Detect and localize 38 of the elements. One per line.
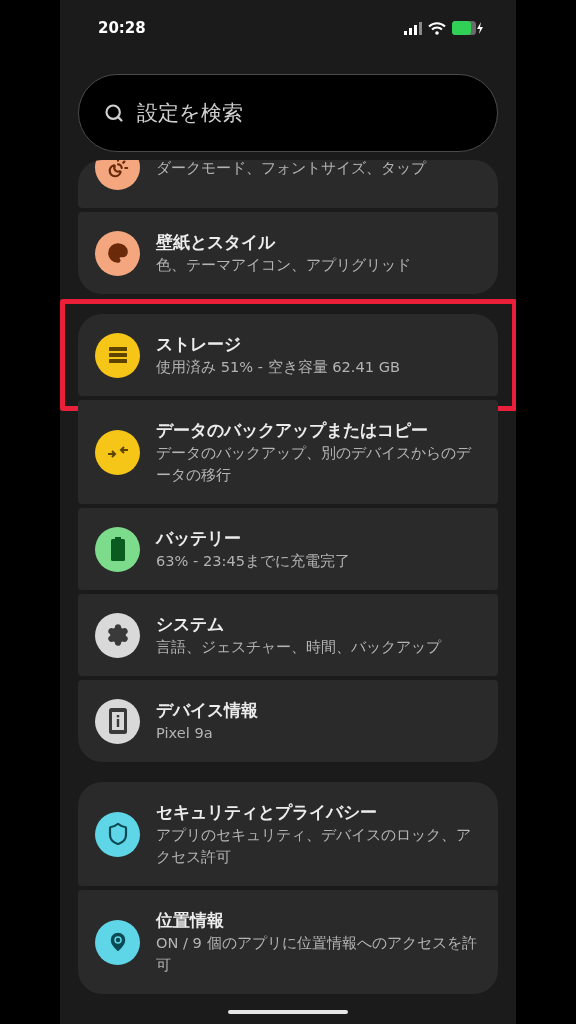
item-subtitle: 言語、ジェスチャー、時間、バックアップ xyxy=(156,637,441,657)
item-subtitle: ダークモード、フォントサイズ、タップ xyxy=(156,160,426,178)
storage-icon xyxy=(107,345,128,365)
arrows-icon xyxy=(106,444,129,460)
item-title: セキュリティとプライバシー xyxy=(156,801,378,824)
signal-icon xyxy=(404,21,422,35)
item-subtitle: 使用済み 51% - 空き容量 62.41 GB xyxy=(156,357,400,377)
status-time: 20:28 xyxy=(98,17,146,39)
item-subtitle: 63% - 23:45までに充電完了 xyxy=(156,551,351,571)
item-title: システム xyxy=(156,613,225,636)
search-icon xyxy=(104,103,124,123)
item-subtitle: アプリのセキュリティ、デバイスのロック、アクセス許可 xyxy=(156,825,472,867)
settings-item[interactable]: ダークモード、フォントサイズ、タップ xyxy=(78,160,498,208)
settings-item[interactable]: バッテリー 63% - 23:45までに充電完了 xyxy=(78,508,498,590)
item-subtitle: データのバックアップ、別のデバイスからのデータの移行 xyxy=(156,443,473,485)
wifi-icon xyxy=(428,21,446,35)
settings-item[interactable]: 位置情報 ON / 9 個のアプリに位置情報へのアクセスを許可 xyxy=(78,890,498,994)
item-title: データのバックアップまたはコピー xyxy=(156,419,429,442)
item-subtitle: ON / 9 個のアプリに位置情報へのアクセスを許可 xyxy=(156,933,478,975)
settings-item[interactable]: セキュリティとプライバシー アプリのセキュリティ、デバイスのロック、アクセス許可 xyxy=(78,782,498,886)
settings-item[interactable]: 壁紙とスタイル 色、テーマアイコン、アプリグリッド xyxy=(78,212,498,294)
settings-item[interactable]: システム 言語、ジェスチャー、時間、バックアップ xyxy=(78,594,498,676)
item-title: 位置情報 xyxy=(156,909,225,932)
item-title: 壁紙とスタイル xyxy=(156,231,277,254)
battery-icon xyxy=(110,537,125,561)
item-title: ストレージ xyxy=(156,333,242,356)
palette-icon xyxy=(106,242,129,264)
phone-info-icon xyxy=(108,708,127,734)
brightness-icon xyxy=(106,160,129,179)
item-title: デバイス情報 xyxy=(156,699,258,722)
settings-item[interactable]: デバイス情報 Pixel 9a xyxy=(78,680,498,762)
item-subtitle: 色、テーマアイコン、アプリグリッド xyxy=(156,255,411,275)
settings-item[interactable]: データのバックアップまたはコピー データのバックアップ、別のデバイスからのデータの移行 xyxy=(78,400,498,504)
settings-item[interactable]: ストレージ 使用済み 51% - 空き容量 62.41 GB xyxy=(78,314,498,396)
item-title: バッテリー xyxy=(156,527,242,550)
search-field[interactable]: 設定を検索 xyxy=(78,74,498,152)
battery-charging-icon xyxy=(452,21,484,35)
item-subtitle: Pixel 9a xyxy=(156,723,214,743)
